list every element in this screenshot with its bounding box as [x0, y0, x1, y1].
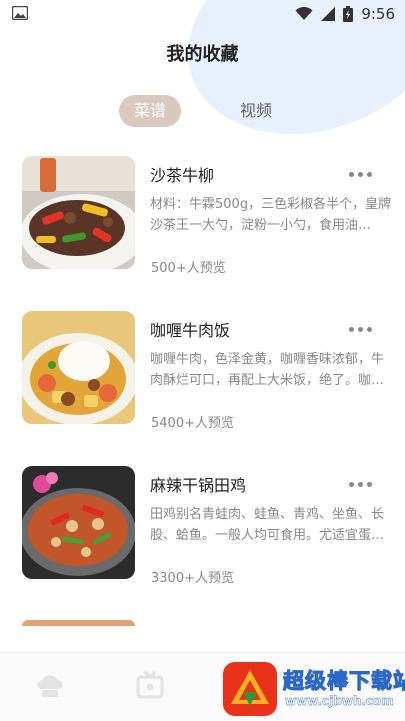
chef-hat-icon[interactable]	[34, 669, 66, 701]
dot-icon	[357, 481, 363, 487]
recipe-thumbnail-partial	[22, 620, 135, 626]
dot-icon	[366, 326, 372, 332]
tab-bar: 菜谱 视频	[0, 95, 405, 129]
more-options-button[interactable]	[345, 324, 375, 334]
dot-icon	[348, 171, 354, 177]
signal-icon	[321, 7, 336, 21]
recipe-title: 咖喱牛肉饭	[150, 321, 231, 340]
dot-icon	[366, 481, 372, 487]
wifi-icon	[295, 7, 313, 20]
recipe-description: 田鸡别名青蛙肉、蛙鱼、青鸡、坐鱼、长股、蛤鱼。一般人均可食用。尤适宜蛋…	[150, 507, 385, 543]
video-tv-icon[interactable]	[134, 669, 166, 701]
dot-icon	[348, 481, 354, 487]
recipe-description: 材料：牛霖500g，三色彩椒各半个，皇牌沙茶王一大勺，淀粉一小勺，食用油…	[150, 197, 392, 233]
list-item[interactable]: 沙茶牛柳 材料：牛霖500g，三色彩椒各半个，皇牌沙茶王一大勺，淀粉一小勺，食用…	[0, 150, 405, 276]
page-title: 我的收藏	[166, 44, 239, 65]
view-count: 5400+人预览	[151, 416, 234, 431]
view-count: 500+人预览	[151, 261, 226, 276]
battery-icon	[343, 6, 354, 22]
dot-icon	[357, 171, 363, 177]
beef-stir-fry-photo	[22, 156, 135, 269]
tab-recipes[interactable]: 菜谱	[119, 95, 181, 127]
recipe-title: 沙茶牛柳	[150, 166, 215, 185]
recipe-description: 咖喱牛肉，色泽金黄，咖喱香味浓郁，牛肉酥烂可口，再配上大米饭，绝了。咖…	[150, 352, 385, 388]
dot-icon	[357, 326, 363, 332]
list-item[interactable]: 麻辣干锅田鸡 田鸡别名青蛙肉、蛙鱼、青鸡、坐鱼、长股、蛤鱼。一般人均可食用。尤适…	[0, 460, 405, 586]
gallery-icon	[12, 6, 28, 20]
bottom-navigation	[0, 652, 405, 721]
dot-icon	[366, 171, 372, 177]
recipe-thumbnail	[22, 311, 135, 424]
spicy-frog-pot-photo	[22, 466, 135, 579]
status-bar: 9:56	[0, 0, 405, 28]
clock: 9:56	[361, 5, 395, 23]
recipe-title: 麻辣干锅田鸡	[150, 476, 247, 495]
recipe-thumbnail	[22, 466, 135, 579]
tab-videos[interactable]: 视频	[225, 95, 287, 127]
list-item[interactable]: 咖喱牛肉饭 咖喱牛肉，色泽金黄，咖喱香味浓郁，牛肉酥烂可口，再配上大米饭，绝了。…	[0, 305, 405, 431]
recipe-thumbnail	[22, 156, 135, 269]
view-count: 3300+人预览	[151, 571, 234, 586]
more-options-button[interactable]	[345, 169, 375, 179]
curry-rice-photo	[22, 311, 135, 424]
dot-icon	[348, 326, 354, 332]
more-options-button[interactable]	[345, 479, 375, 489]
